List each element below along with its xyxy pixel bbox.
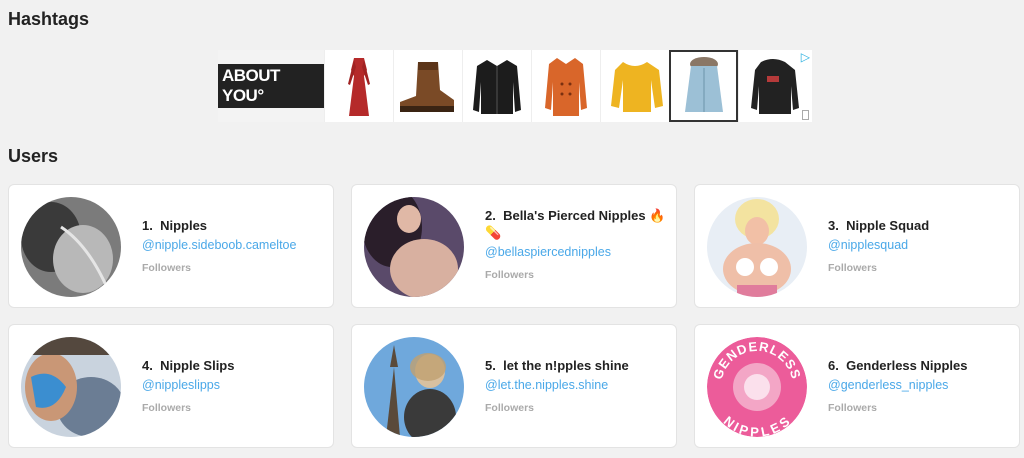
user-handle-link[interactable]: @bellaspiercednipples — [485, 244, 670, 260]
user-card[interactable]: 1. Nipples @nipple.sideboob.cameltoe Fol… — [8, 184, 334, 308]
yellow-sweater-image — [611, 62, 663, 112]
winter-jacket-image — [751, 59, 799, 114]
avatar[interactable] — [364, 197, 464, 297]
ad-brand-logo[interactable]: ABOUT YOU° — [218, 50, 324, 122]
avatar-image — [364, 197, 464, 297]
ad-item-light-blue-parka[interactable] — [669, 50, 738, 122]
followers-label: Followers — [142, 402, 192, 414]
avatar-image — [364, 337, 464, 437]
blue-parka-image — [684, 57, 723, 112]
followers-label: Followers — [828, 262, 878, 274]
user-card[interactable]: 2. Bella's Pierced Nipples 🔥 💊 @bellaspi… — [351, 184, 677, 308]
ad-item-yellow-sweater[interactable] — [600, 50, 669, 122]
user-name[interactable]: 6. Genderless Nipples — [828, 357, 1013, 374]
ad-item-black-leather-jacket[interactable] — [462, 50, 531, 122]
user-handle-link[interactable]: @nipple.sideboob.cameltoe — [142, 237, 327, 253]
user-name[interactable]: 3. Nipple Squad — [828, 217, 1013, 234]
avatar-image — [21, 197, 121, 297]
user-name[interactable]: 1. Nipples — [142, 217, 327, 234]
ad-item-black-winter-jacket[interactable] — [738, 50, 807, 122]
followers-label: Followers — [828, 402, 878, 414]
user-name[interactable]: 4. Nipple Slips — [142, 357, 327, 374]
avatar[interactable] — [21, 337, 121, 437]
user-handle-link[interactable]: @nipplesquad — [828, 237, 1013, 253]
avatar-image — [707, 197, 807, 297]
user-card[interactable]: 3. Nipple Squad @nipplesquad Followers — [694, 184, 1020, 308]
avatar[interactable] — [21, 197, 121, 297]
ad-choices-icon[interactable]: ▷ — [801, 50, 810, 64]
user-handle-link[interactable]: @genderless_nipples — [828, 377, 1013, 393]
avatar[interactable] — [364, 337, 464, 437]
brown-boot-image — [400, 62, 454, 112]
black-jacket-image — [473, 60, 521, 114]
ad-brand-logo-text: ABOUT YOU° — [218, 64, 324, 108]
ad-banner[interactable]: ABOUT YOU° ▷ — [218, 50, 812, 122]
ad-close-icon[interactable] — [802, 110, 809, 120]
avatar[interactable]: GENDERLESS NIPPLES — [707, 337, 807, 437]
user-handle-link[interactable]: @let.the.nipples.shine — [485, 377, 670, 393]
users-section-title: Users — [8, 146, 59, 166]
user-card[interactable]: 5. let the n!pples shine @let.the.nipple… — [351, 324, 677, 448]
followers-label: Followers — [485, 402, 535, 414]
red-dress-image — [348, 58, 370, 116]
user-handle-link[interactable]: @nippleslipps — [142, 377, 327, 393]
avatar-image — [21, 337, 121, 437]
followers-label: Followers — [142, 262, 192, 274]
followers-label: Followers — [485, 269, 535, 281]
orange-coat-image — [545, 58, 587, 116]
ad-item-orange-coat[interactable] — [531, 50, 600, 122]
user-card[interactable]: GENDERLESS NIPPLES 6. Genderless Nipples… — [694, 324, 1020, 448]
ad-item-red-dress[interactable] — [324, 50, 393, 122]
avatar[interactable] — [707, 197, 807, 297]
user-card[interactable]: 4. Nipple Slips @nippleslipps Followers — [8, 324, 334, 448]
genderless-logo: GENDERLESS NIPPLES — [707, 337, 807, 437]
hashtags-section-title: Hashtags — [8, 9, 90, 29]
user-name[interactable]: 2. Bella's Pierced Nipples 🔥 💊 — [485, 207, 670, 241]
ad-item-brown-boot[interactable] — [393, 50, 462, 122]
user-name[interactable]: 5. let the n!pples shine — [485, 357, 670, 374]
